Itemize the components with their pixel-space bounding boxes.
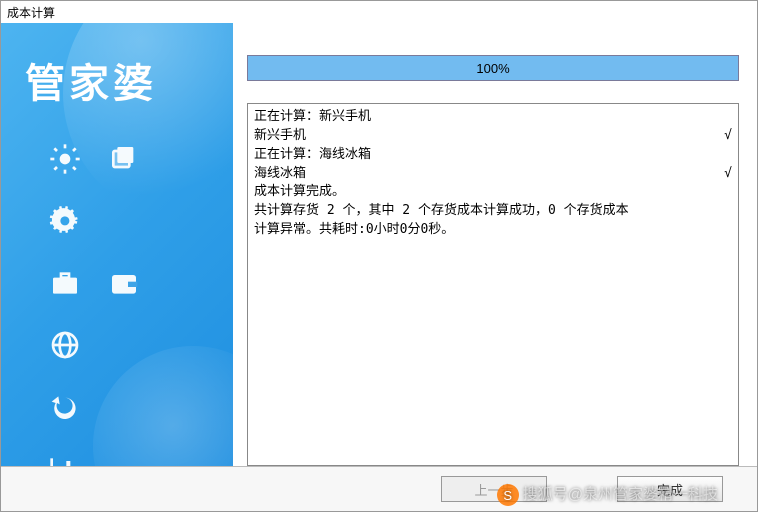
blank-icon [162, 449, 202, 466]
log-line: 新兴手机√ [254, 127, 732, 146]
log-line: 计算异常。共耗时:0小时0分0秒。 [254, 221, 732, 240]
sidebar-icon-grid [1, 139, 233, 466]
blank-icon [104, 387, 144, 427]
window: 成本计算 管家婆 [0, 0, 758, 512]
blank-icon [104, 201, 144, 241]
globe-icon [45, 325, 85, 365]
log-line: 正在计算：海线冰箱 [254, 146, 732, 165]
progress-label: 100% [248, 56, 738, 80]
finish-button[interactable]: 完成 [617, 476, 723, 502]
wallet-icon [104, 263, 144, 303]
log-line: 成本计算完成。 [254, 183, 732, 202]
check-mark-icon: √ [724, 127, 732, 146]
check-mark-icon: √ [724, 165, 732, 184]
sun-icon [45, 139, 85, 179]
log-line: 海线冰箱√ [254, 165, 732, 184]
prev-button: 上一步 [441, 476, 547, 502]
stack-icon [104, 139, 144, 179]
blank-icon [162, 139, 202, 179]
window-title: 成本计算 [1, 1, 757, 23]
main-panel: 100% 正在计算：新兴手机新兴手机√正在计算：海线冰箱海线冰箱√成本计算完成。… [233, 23, 757, 466]
progress-bar: 100% [247, 55, 739, 81]
gear-icon [45, 201, 85, 241]
undo-icon [45, 387, 85, 427]
log-line: 共计算存货 2 个，其中 2 个存货成本计算成功，0 个存货成本 [254, 202, 732, 221]
sidebar: 管家婆 [1, 23, 233, 466]
briefcase-icon [45, 263, 85, 303]
blank-icon [162, 201, 202, 241]
log-output[interactable]: 正在计算：新兴手机新兴手机√正在计算：海线冰箱海线冰箱√成本计算完成。共计算存货… [247, 103, 739, 466]
log-line: 正在计算：新兴手机 [254, 108, 732, 127]
blank-icon [162, 387, 202, 427]
blank-icon [104, 325, 144, 365]
footer: 上一步 完成 [1, 466, 757, 511]
blank-icon [162, 325, 202, 365]
blank-icon [162, 263, 202, 303]
content-area: 管家婆 [1, 23, 757, 466]
barchart-icon [45, 449, 85, 466]
blank-icon [104, 449, 144, 466]
brand-logo: 管家婆 [1, 23, 233, 109]
